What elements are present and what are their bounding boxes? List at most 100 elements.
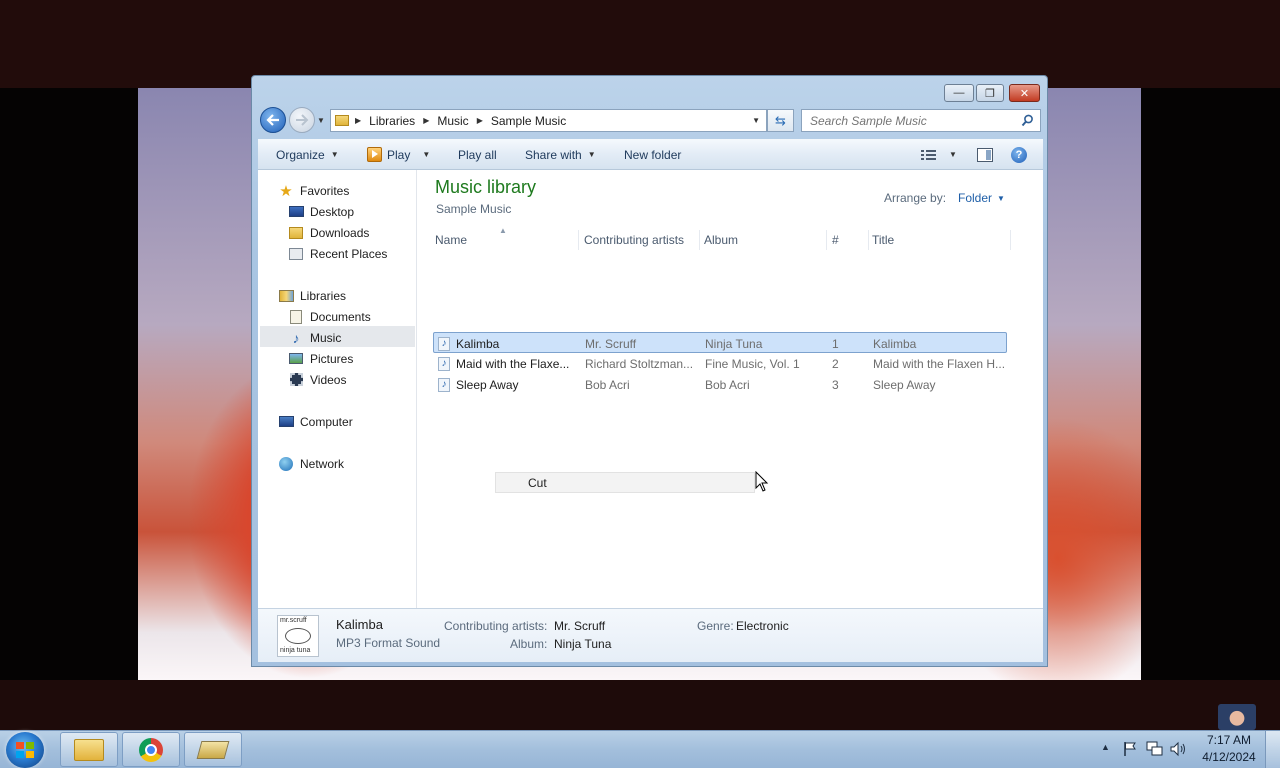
address-history-dropdown[interactable]: ▼ <box>752 116 760 125</box>
details-file-type: MP3 Format Sound <box>336 636 441 650</box>
column-header-artists[interactable]: Contributing artists <box>580 230 700 250</box>
clock-date[interactable]: 4/12/2024 <box>1198 750 1260 764</box>
back-button[interactable] <box>260 107 286 133</box>
play-button[interactable]: Play ▼ <box>367 139 430 170</box>
details-genre-label: Genre: <box>697 619 734 633</box>
play-all-button[interactable]: Play all <box>458 139 497 170</box>
nav-music[interactable]: ♪ Music <box>288 327 342 348</box>
computer-icon <box>278 415 294 429</box>
help-button[interactable]: ? <box>1011 139 1027 170</box>
column-header-number[interactable]: # <box>828 230 869 250</box>
table-row[interactable]: ♪ Kalimba Mr. Scruff Ninja Tuna 1 Kalimba <box>433 332 1007 353</box>
play-icon <box>367 147 382 162</box>
forward-button[interactable] <box>289 107 315 133</box>
row-artist: Richard Stoltzman... <box>585 356 694 371</box>
row-title: Maid with the Flaxen H... <box>873 356 1006 371</box>
network-status-icon[interactable] <box>1146 741 1164 757</box>
clock-time[interactable]: 7:17 AM <box>1198 733 1260 747</box>
row-title: Sleep Away <box>873 377 936 392</box>
show-desktop-button[interactable] <box>1265 731 1280 768</box>
nav-favorites[interactable]: ★ Favorites <box>278 180 349 201</box>
breadcrumb-separator-icon: ▶ <box>476 116 483 125</box>
arrange-by-dropdown[interactable]: Folder ▼ <box>958 191 1005 205</box>
breadcrumb-music[interactable]: Music <box>437 114 468 128</box>
search-box[interactable] <box>801 109 1041 132</box>
nav-pictures[interactable]: Pictures <box>288 348 353 369</box>
downloads-icon <box>288 226 304 240</box>
row-album: Ninja Tuna <box>705 336 763 351</box>
desktop-background-right <box>1141 88 1280 680</box>
share-with-label: Share with <box>525 147 582 162</box>
volume-icon[interactable] <box>1170 741 1188 757</box>
breadcrumb-separator-icon: ▶ <box>423 116 430 125</box>
help-icon: ? <box>1011 146 1027 163</box>
new-folder-button[interactable]: New folder <box>624 139 681 170</box>
row-number: 2 <box>832 356 839 371</box>
library-title: Music library <box>435 177 537 197</box>
nav-recent-places-label: Recent Places <box>310 246 388 261</box>
play-label: Play <box>387 147 411 162</box>
action-center-flag-icon[interactable] <box>1122 741 1138 757</box>
audio-file-icon: ♪ <box>438 336 450 351</box>
arrange-by-label: Arrange by: <box>884 191 947 205</box>
details-file-name: Kalimba <box>336 617 383 632</box>
details-pane: mr.scruff ninja tuna Kalimba MP3 Format … <box>258 608 1043 662</box>
start-button[interactable] <box>6 732 44 768</box>
nav-recent-places[interactable]: Recent Places <box>288 243 387 264</box>
maximize-button[interactable]: ❐ <box>976 84 1004 102</box>
pictures-icon <box>288 352 304 366</box>
details-genre-value[interactable]: Electronic <box>736 619 789 633</box>
nav-libraries[interactable]: Libraries <box>278 285 346 306</box>
desktop-icon <box>288 205 304 219</box>
audio-file-icon: ♪ <box>438 356 450 371</box>
column-number-label: # <box>832 233 839 247</box>
refresh-button[interactable]: ⇆ <box>767 109 794 132</box>
minimize-icon: — <box>953 87 965 99</box>
taskbar-chrome-button[interactable] <box>122 732 180 767</box>
recent-pages-dropdown[interactable]: ▼ <box>317 116 325 125</box>
breadcrumb-sample-music[interactable]: Sample Music <box>491 114 566 128</box>
mouse-cursor-icon <box>755 471 769 492</box>
nav-computer[interactable]: Computer <box>278 411 353 432</box>
nav-desktop[interactable]: Desktop <box>288 201 354 222</box>
nav-documents[interactable]: Documents <box>288 306 371 327</box>
taskbar-app-button[interactable] <box>184 732 242 767</box>
table-row[interactable]: ♪ Sleep Away Bob Acri Bob Acri 3 Sleep Aw… <box>433 374 1007 395</box>
address-bar[interactable]: ▶ Libraries ▶ Music ▶ Sample Music ▼ <box>330 109 767 132</box>
chevron-down-icon: ▼ <box>587 150 596 159</box>
column-header-title[interactable]: Title <box>868 230 1011 250</box>
details-artists-label: Contributing artists: <box>444 619 548 633</box>
documents-icon <box>288 309 304 324</box>
details-album-value[interactable]: Ninja Tuna <box>554 637 611 651</box>
minimize-button[interactable]: — <box>944 84 974 102</box>
taskbar: ▲ 7:17 AM 4/12/2024 <box>0 730 1280 768</box>
details-view-icon <box>921 149 936 160</box>
nav-downloads[interactable]: Downloads <box>288 222 369 243</box>
context-menu-cut[interactable]: Cut <box>528 476 547 490</box>
refresh-icon: ⇆ <box>775 112 786 128</box>
nav-desktop-label: Desktop <box>310 204 355 219</box>
table-row[interactable]: ♪ Maid with the Flaxe... Richard Stoltzma… <box>433 353 1007 374</box>
breadcrumb-libraries[interactable]: Libraries <box>369 114 415 128</box>
column-header-album[interactable]: Album <box>700 230 827 250</box>
arrow-left-icon <box>266 114 279 126</box>
details-artists-value[interactable]: Mr. Scruff <box>554 619 605 633</box>
column-header-name[interactable]: Name <box>431 230 579 250</box>
change-view-button[interactable]: ▼ <box>921 139 957 170</box>
search-input[interactable] <box>808 112 1017 129</box>
row-number: 1 <box>832 336 839 351</box>
star-icon: ★ <box>279 182 293 200</box>
row-name: Sleep Away <box>456 377 519 392</box>
show-hidden-icons-button[interactable]: ▲ <box>1101 742 1110 752</box>
breadcrumb-separator-icon: ▶ <box>355 116 362 125</box>
videos-icon <box>288 373 304 387</box>
share-with-button[interactable]: Share with ▼ <box>525 139 596 170</box>
album-art-text: mr.scruff <box>280 617 307 624</box>
taskbar-explorer-button[interactable] <box>60 732 118 767</box>
nav-network[interactable]: Network <box>278 453 344 474</box>
nav-videos[interactable]: Videos <box>288 369 346 390</box>
nav-documents-label: Documents <box>310 309 371 324</box>
preview-pane-button[interactable] <box>977 139 993 170</box>
organize-button[interactable]: Organize ▼ <box>276 139 339 170</box>
close-button[interactable]: ✕ <box>1009 84 1040 102</box>
